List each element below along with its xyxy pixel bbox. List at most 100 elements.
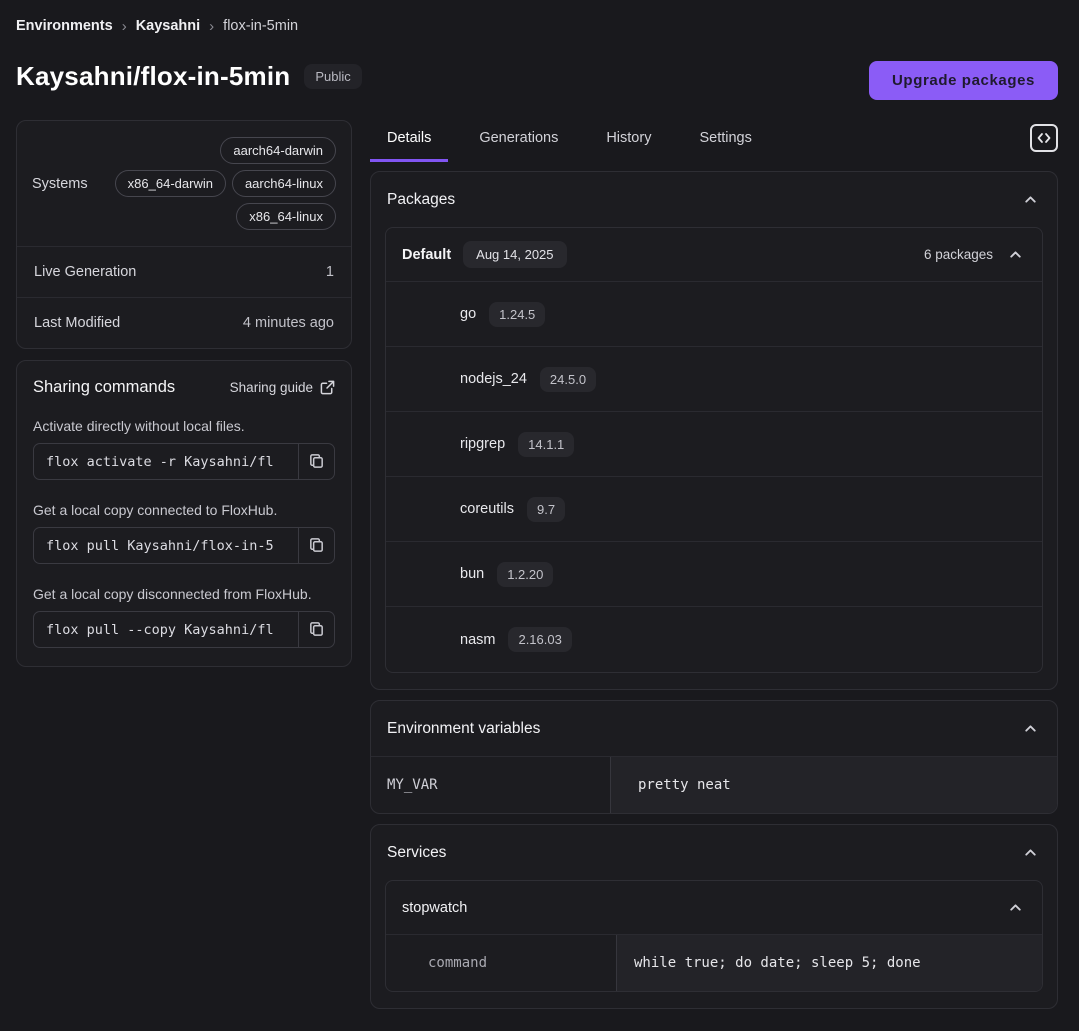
services-panel: Services stopwatch [370, 824, 1058, 1009]
systems-row: Systems aarch64-darwin x86_64-darwin aar… [17, 121, 351, 247]
package-version-badge: 2.16.03 [508, 627, 571, 652]
systems-label: Systems [32, 176, 88, 192]
pull-copy-command-text: flox pull --copy Kaysahni/fl [34, 612, 298, 647]
sharing-guide-label: Sharing guide [230, 380, 313, 395]
systems-pill-list: aarch64-darwin x86_64-darwin aarch64-lin… [106, 137, 336, 230]
chevron-up-icon [1007, 246, 1024, 263]
tab-bar: Details Generations History Settings [370, 120, 783, 162]
external-link-icon [320, 380, 335, 395]
copy-button[interactable] [298, 612, 334, 647]
last-modified-label: Last Modified [34, 315, 120, 331]
breadcrumb-owner-link[interactable]: Kaysahni [136, 18, 200, 34]
services-panel-header[interactable]: Services [371, 825, 1057, 880]
activate-command-box: flox activate -r Kaysahni/fl [33, 443, 335, 480]
breadcrumb-chevron-icon: › [209, 19, 214, 34]
package-version-badge: 14.1.1 [518, 432, 574, 457]
upgrade-packages-button[interactable]: Upgrade packages [869, 61, 1058, 100]
environment-info-card: Systems aarch64-darwin x86_64-darwin aar… [16, 120, 352, 349]
main-content: Details Generations History Settings Pa [370, 120, 1058, 1019]
env-var-value: pretty neat [611, 757, 1057, 813]
copy-button[interactable] [298, 444, 334, 479]
pull-copy-command-label: Get a local copy disconnected from FloxH… [33, 586, 335, 602]
env-vars-panel-header[interactable]: Environment variables [371, 701, 1057, 757]
package-name: coreutils [460, 501, 514, 517]
service-name: stopwatch [402, 900, 467, 916]
page-title: Kaysahni/flox-in-5min [16, 61, 290, 92]
pull-command-box: flox pull Kaysahni/flox-in-5 [33, 527, 335, 564]
last-modified-row: Last Modified 4 minutes ago [17, 298, 351, 348]
copy-button[interactable] [298, 528, 334, 563]
tab-history[interactable]: History [589, 120, 668, 162]
copy-icon [308, 621, 325, 638]
env-vars-title: Environment variables [387, 720, 540, 738]
group-date-badge: Aug 14, 2025 [463, 241, 566, 268]
collapse-packages-button[interactable] [1020, 189, 1041, 210]
packages-title: Packages [387, 191, 455, 209]
package-group-header[interactable]: Default Aug 14, 2025 6 packages [386, 228, 1042, 282]
collapse-env-vars-button[interactable] [1020, 718, 1041, 739]
env-var-key: MY_VAR [371, 757, 611, 813]
package-name: bun [460, 566, 484, 582]
package-row: ripgrep 14.1.1 [386, 412, 1042, 477]
tab-settings[interactable]: Settings [682, 120, 768, 162]
live-generation-value: 1 [326, 264, 334, 280]
service-group-stopwatch: stopwatch command while true; do date; s… [385, 880, 1043, 992]
sharing-commands-card: Sharing commands Sharing guide Activate … [16, 360, 352, 667]
pull-command-label: Get a local copy connected to FloxHub. [33, 502, 335, 518]
breadcrumb-chevron-icon: › [122, 19, 127, 34]
breadcrumb-current-page: flox-in-5min [223, 18, 298, 34]
code-view-button[interactable] [1030, 124, 1058, 152]
tab-details[interactable]: Details [370, 120, 448, 162]
chevron-up-icon [1007, 899, 1024, 916]
page-header: Kaysahni/flox-in-5min Public Upgrade pac… [16, 61, 1058, 100]
collapse-services-button[interactable] [1020, 842, 1041, 863]
package-row: bun 1.2.20 [386, 542, 1042, 607]
code-icon [1037, 132, 1051, 144]
package-version-badge: 1.2.20 [497, 562, 553, 587]
chevron-up-icon [1022, 191, 1039, 208]
packages-panel: Packages Default Aug 14, 2025 6 pack [370, 171, 1058, 690]
sidebar: Systems aarch64-darwin x86_64-darwin aar… [16, 120, 352, 678]
service-header[interactable]: stopwatch [386, 881, 1042, 935]
package-row: coreutils 9.7 [386, 477, 1042, 542]
system-pill: x86_64-linux [236, 203, 336, 230]
sharing-guide-link[interactable]: Sharing guide [230, 380, 335, 395]
tabs-row: Details Generations History Settings [370, 120, 1058, 162]
service-command-key: command [386, 935, 617, 991]
tab-generations[interactable]: Generations [462, 120, 575, 162]
activate-command-label: Activate directly without local files. [33, 418, 335, 434]
package-row: nodejs_24 24.5.0 [386, 347, 1042, 412]
package-version-badge: 1.24.5 [489, 302, 545, 327]
service-command-row: command while true; do date; sleep 5; do… [386, 935, 1042, 991]
group-name: Default [402, 247, 451, 263]
package-count: 6 packages [924, 247, 993, 262]
package-version-badge: 9.7 [527, 497, 565, 522]
breadcrumb-environments-link[interactable]: Environments [16, 18, 113, 34]
breadcrumb: Environments › Kaysahni › flox-in-5min [16, 18, 1058, 34]
collapse-group-button[interactable] [1005, 244, 1026, 265]
pull-command-text: flox pull Kaysahni/flox-in-5 [34, 528, 298, 563]
live-generation-label: Live Generation [34, 264, 136, 280]
system-pill: aarch64-linux [232, 170, 336, 197]
collapse-service-button[interactable] [1005, 897, 1026, 918]
services-title: Services [387, 844, 446, 862]
service-command-value: while true; do date; sleep 5; done [617, 935, 1042, 991]
package-name: nodejs_24 [460, 371, 527, 387]
live-generation-row: Live Generation 1 [17, 247, 351, 298]
packages-panel-header[interactable]: Packages [371, 172, 1057, 227]
package-name: nasm [460, 632, 495, 648]
chevron-up-icon [1022, 844, 1039, 861]
package-group-default: Default Aug 14, 2025 6 packages [385, 227, 1043, 673]
env-var-row: MY_VAR pretty neat [371, 757, 1057, 813]
package-name: go [460, 306, 476, 322]
copy-icon [308, 537, 325, 554]
system-pill: x86_64-darwin [115, 170, 226, 197]
package-name: ripgrep [460, 436, 505, 452]
activate-command-text: flox activate -r Kaysahni/fl [34, 444, 298, 479]
package-row: go 1.24.5 [386, 282, 1042, 347]
system-pill: aarch64-darwin [220, 137, 336, 164]
visibility-badge: Public [304, 64, 361, 89]
chevron-up-icon [1022, 720, 1039, 737]
copy-icon [308, 453, 325, 470]
last-modified-value: 4 minutes ago [243, 315, 334, 331]
